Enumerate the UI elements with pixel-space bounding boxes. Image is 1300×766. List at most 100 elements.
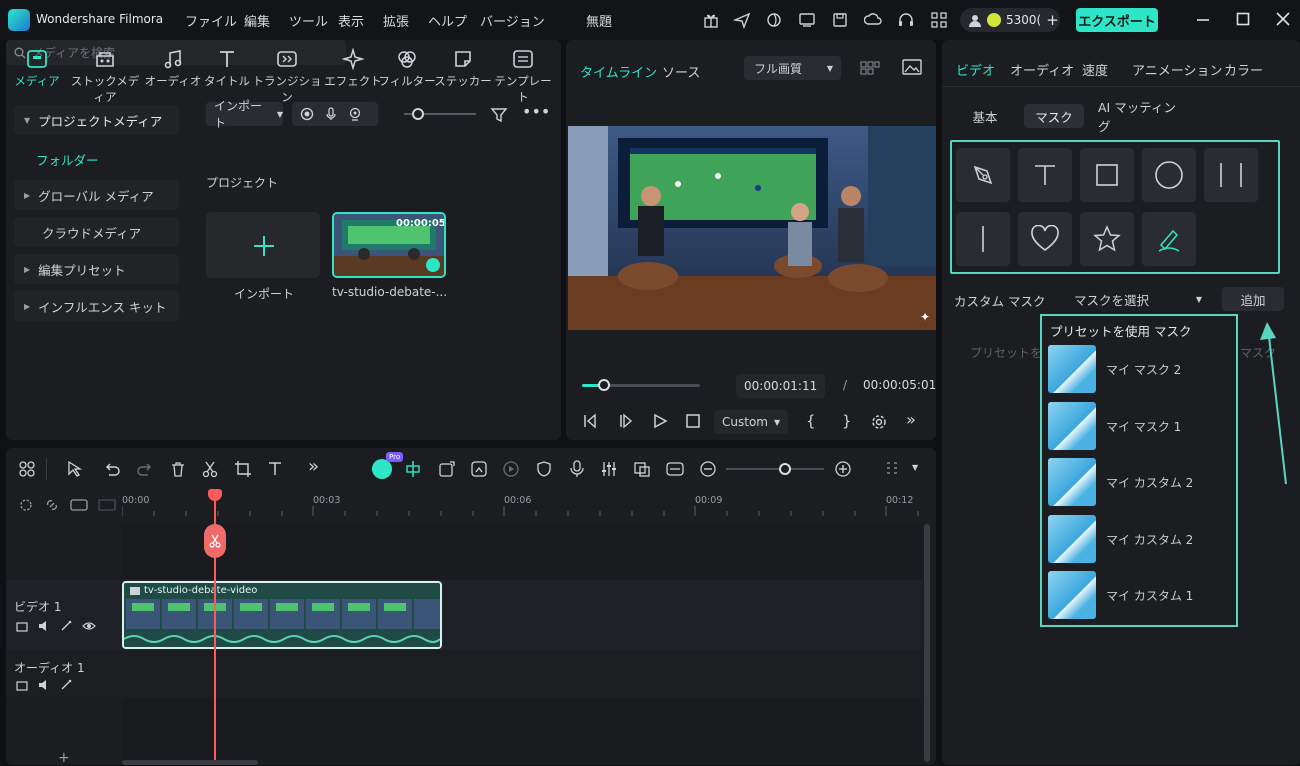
- mask-shape-star[interactable]: [1080, 212, 1134, 266]
- stop-icon[interactable]: [685, 413, 701, 429]
- subtitle-icon[interactable]: [666, 460, 684, 478]
- progress-handle[interactable]: [598, 379, 611, 391]
- grip-dots-icon[interactable]: [884, 460, 902, 478]
- link-unlink-icon[interactable]: [44, 497, 60, 513]
- sidebar-item-influence-kit[interactable]: ▶ インフルエンス キット: [14, 291, 179, 321]
- credit-balance[interactable]: 5300( +: [960, 8, 1060, 32]
- mask-shape-heart[interactable]: [1018, 212, 1072, 266]
- media-clip-thumbnail[interactable]: 00:00:05: [332, 212, 446, 278]
- next-frame-icon[interactable]: [618, 413, 634, 429]
- thumbnail-size-slider[interactable]: [404, 108, 476, 120]
- zoom-out-icon[interactable]: [699, 460, 717, 478]
- shield-mask-icon[interactable]: [535, 460, 553, 478]
- preset-item[interactable]: マイ マスク 2: [1048, 344, 1233, 394]
- track-settings-icon[interactable]: [18, 497, 34, 513]
- webcam-icon[interactable]: [348, 107, 362, 121]
- split-scissors-icon[interactable]: [201, 460, 219, 478]
- more-controls-icon[interactable]: »: [906, 410, 916, 429]
- export-button[interactable]: エクスポート: [1076, 8, 1158, 32]
- tab-timeline-preview[interactable]: タイムライン: [580, 62, 657, 81]
- mark-in-icon[interactable]: {: [806, 412, 816, 430]
- delete-trash-icon[interactable]: [169, 460, 187, 478]
- sidebar-item-global-media[interactable]: ▶ グローバル メディア: [14, 180, 179, 210]
- microphone-icon[interactable]: [324, 107, 338, 121]
- previous-frame-icon[interactable]: [582, 413, 598, 429]
- speed-ramp-icon[interactable]: [502, 460, 520, 478]
- menu-tools[interactable]: ツール: [289, 11, 328, 30]
- zoom-slider-handle[interactable]: [778, 463, 791, 475]
- tab-media[interactable]: メディア: [8, 48, 66, 94]
- auto-reframe-icon[interactable]: [438, 460, 456, 478]
- save-icon[interactable]: [831, 11, 849, 29]
- play-icon[interactable]: [652, 413, 668, 429]
- menu-help[interactable]: ヘルプ: [428, 11, 467, 30]
- tab-animation[interactable]: アニメーション: [1132, 60, 1222, 79]
- mask-shape-brush[interactable]: [1142, 212, 1196, 266]
- menu-view[interactable]: 表示: [338, 11, 364, 30]
- tab-effect[interactable]: エフェクト: [324, 48, 382, 94]
- menu-extensions[interactable]: 拡張: [383, 11, 409, 30]
- magic-wand-icon[interactable]: [60, 620, 72, 632]
- playhead-split-button[interactable]: [204, 524, 226, 558]
- tab-template[interactable]: テンプレート: [490, 48, 556, 104]
- layout-grid-icon[interactable]: [18, 460, 36, 478]
- folder-lock-icon[interactable]: [16, 679, 28, 691]
- slider-handle[interactable]: [412, 108, 424, 120]
- mark-out-icon[interactable]: }: [842, 412, 852, 430]
- add-track-plus-icon[interactable]: +: [58, 750, 70, 766]
- video-preview[interactable]: ✦: [568, 126, 936, 330]
- swirl-icon[interactable]: [765, 11, 783, 29]
- voiceover-mic-icon[interactable]: [568, 460, 586, 478]
- menu-file[interactable]: ファイル: [185, 11, 237, 30]
- import-tile[interactable]: [206, 212, 320, 278]
- sidebar-item-project-media[interactable]: ▼ プロジェクトメディア: [14, 105, 179, 135]
- record-screen-icon[interactable]: [300, 107, 314, 121]
- menu-version[interactable]: バージョン: [480, 11, 545, 30]
- video-clip[interactable]: tv-studio-debate-video: [122, 581, 442, 649]
- headset-icon[interactable]: [897, 11, 915, 29]
- empty-track-area-bottom[interactable]: [122, 698, 922, 762]
- plus-icon[interactable]: +: [1046, 11, 1059, 29]
- tab-sticker[interactable]: ステッカー: [434, 48, 492, 94]
- tab-audio[interactable]: オーディオ: [144, 48, 202, 94]
- playback-progress[interactable]: [582, 379, 700, 391]
- minimize-icon[interactable]: [1195, 11, 1211, 27]
- ai-robot-icon[interactable]: [372, 459, 392, 479]
- preset-item[interactable]: マイ マスク 1: [1048, 401, 1233, 451]
- redo-icon[interactable]: [136, 460, 154, 478]
- tab-speed[interactable]: 速度: [1082, 60, 1108, 79]
- magic-wand-icon[interactable]: [60, 679, 72, 691]
- mask-shape-single-line[interactable]: [956, 212, 1010, 266]
- speaker-icon[interactable]: [38, 679, 50, 691]
- preset-item[interactable]: マイ カスタム 2: [1048, 457, 1233, 507]
- folder-lock-icon[interactable]: [16, 620, 28, 632]
- more-options-icon[interactable]: •••: [522, 102, 550, 121]
- eye-visibility-icon[interactable]: [82, 620, 96, 632]
- timeline-horizontal-scrollbar[interactable]: [122, 760, 258, 765]
- magnet-snap-icon[interactable]: [404, 460, 422, 478]
- timeline-zoom-slider[interactable]: [726, 463, 824, 475]
- sidebar-item-folder[interactable]: フォルダー: [36, 150, 99, 169]
- text-tool-icon[interactable]: [267, 460, 285, 478]
- sidebar-item-edit-preset[interactable]: ▶ 編集プリセット: [14, 254, 179, 284]
- quality-dropdown[interactable]: フル画質 ▼: [744, 56, 841, 80]
- subtab-basic[interactable]: 基本: [960, 104, 1010, 128]
- menu-edit[interactable]: 編集: [244, 11, 270, 30]
- monitor-icon[interactable]: [798, 11, 816, 29]
- gift-icon[interactable]: [702, 11, 720, 29]
- close-icon[interactable]: [1275, 11, 1291, 27]
- more-tools-icon[interactable]: »: [308, 456, 319, 477]
- timeline-scrollbar[interactable]: [924, 524, 930, 762]
- tab-source-preview[interactable]: ソース: [662, 62, 700, 81]
- playback-speed-dropdown[interactable]: Custom ▼: [714, 410, 788, 434]
- tab-title[interactable]: タイトル: [198, 48, 256, 94]
- chevron-down-icon[interactable]: ▼: [912, 463, 918, 472]
- maximize-icon[interactable]: [1235, 11, 1251, 27]
- render-settings-icon[interactable]: [870, 413, 888, 431]
- snapshot-image-icon[interactable]: [902, 58, 922, 76]
- mask-select-dropdown[interactable]: マスクを選択 ▼: [1064, 286, 1210, 312]
- tab-filter[interactable]: フィルター: [378, 48, 436, 94]
- sticker-add-icon[interactable]: [470, 460, 488, 478]
- crop-icon[interactable]: [234, 460, 252, 478]
- tab-color[interactable]: カラー: [1224, 60, 1263, 79]
